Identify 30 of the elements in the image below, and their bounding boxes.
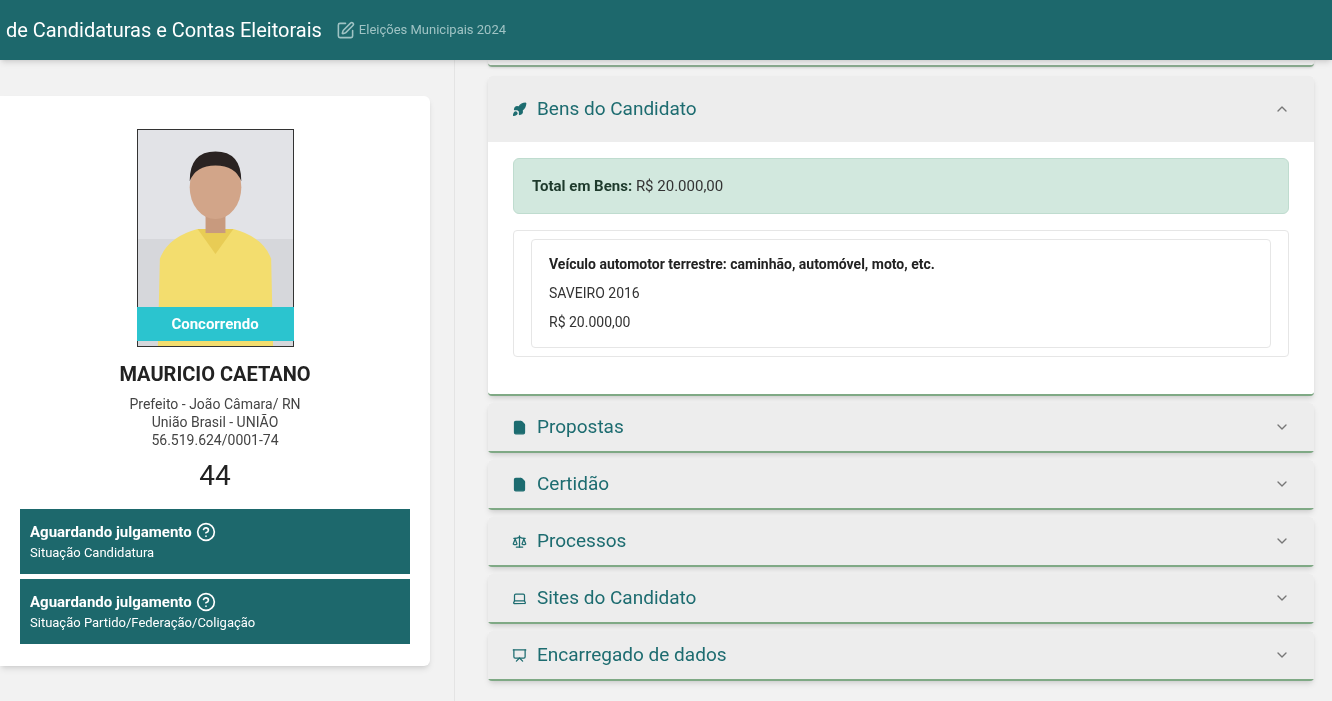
app-title: de Candidaturas e Contas Eleitorais	[6, 17, 322, 44]
candidate-number: 44	[199, 458, 231, 494]
election-label: Eleições Municipais 2024	[358, 21, 507, 40]
status-badge: Concorrendo	[136, 307, 294, 341]
accordion-header[interactable]: Bens do Candidato	[488, 76, 1314, 142]
asset-description: SAVEIRO 2016	[549, 284, 641, 303]
laptop-icon	[512, 590, 527, 606]
cnpj-text: 56.519.624/0001-74	[151, 431, 279, 449]
asset-value: R$ 20.000,00	[549, 313, 632, 332]
office-text: Prefeito - João Câmara/ RN	[129, 395, 301, 413]
document-icon	[512, 419, 527, 435]
help-icon[interactable]	[195, 521, 216, 542]
asset-type: Veículo automotor terrestre: caminhão, automóvel, moto, etc.	[549, 255, 936, 274]
accordion-header[interactable]: Sites do Candidato	[488, 574, 1314, 622]
accordion-header[interactable]: Propostas	[488, 403, 1314, 451]
situation-label: Situação Partido/Federação/Coligação	[30, 614, 257, 632]
rocket-icon	[512, 101, 527, 117]
situation-value: Aguardando julgamento	[30, 521, 192, 543]
total-text: Total em Bens: R$ 20.000,00	[532, 175, 724, 197]
accordion-header[interactable]: Encarregado de dados	[488, 631, 1314, 679]
situation-label: Situação Candidatura	[30, 544, 156, 562]
party-text: União Brasil - UNIÃO	[151, 413, 279, 431]
file-icon	[512, 476, 527, 492]
candidate-name: MAURICIO CAETANO	[119, 361, 311, 388]
help-icon[interactable]	[195, 591, 216, 612]
edit-icon[interactable]	[335, 20, 355, 40]
accordion-header[interactable]: Certidão	[488, 460, 1314, 508]
scales-icon	[512, 533, 527, 549]
accordion-header[interactable]: Processos	[488, 517, 1314, 565]
situation-value: Aguardando julgamento	[30, 591, 192, 613]
